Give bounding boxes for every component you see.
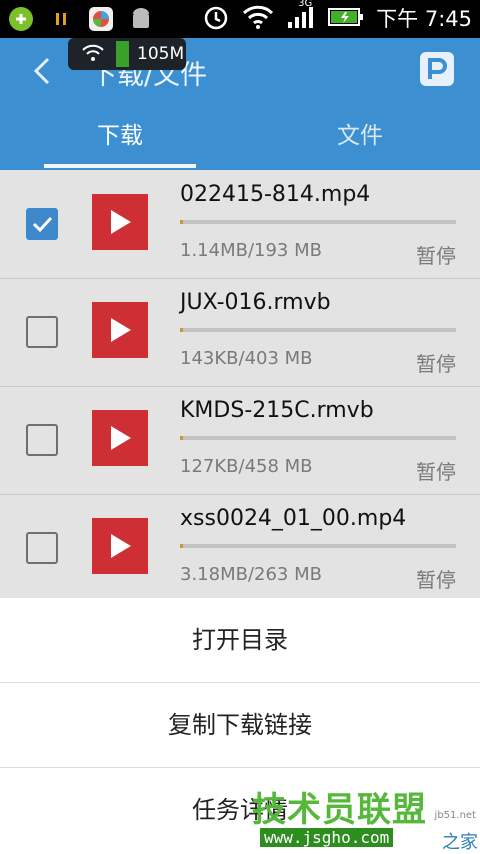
watermark-title: 技术员联盟 (252, 790, 427, 830)
video-thumbnail[interactable] (92, 518, 148, 574)
progress-bar (180, 436, 456, 440)
pause-button[interactable]: 暂停 (416, 240, 456, 269)
pause-icon (46, 4, 76, 34)
list-item[interactable]: 022415-814.mp4 1.14MB/193 MB 暂停 (0, 170, 480, 279)
pause-button[interactable]: 暂停 (416, 348, 456, 377)
alarm-icon (202, 3, 230, 35)
video-thumbnail[interactable] (92, 194, 148, 250)
back-icon[interactable] (28, 56, 58, 86)
brand-icon[interactable] (420, 52, 454, 86)
progress-bar (180, 220, 456, 224)
file-name: KMDS-215C.rmvb (180, 398, 374, 423)
menu-item-copy-link[interactable]: 复制下载链接 (0, 683, 480, 768)
speed-bar (116, 41, 129, 67)
progress-fill (180, 220, 183, 224)
status-bar: 3G 下午 7:45 (0, 0, 480, 38)
watermark-suffix: 之家 (442, 832, 478, 853)
network-speed-badge: 105M (68, 38, 186, 70)
speed-value: 105M (137, 44, 185, 64)
watermark-url: www.jsgho.com (260, 828, 394, 847)
file-size: 3.18MB/263 MB (180, 564, 322, 585)
tab-download-label: 下载 (97, 123, 143, 149)
play-icon (111, 534, 131, 558)
file-size: 143KB/403 MB (180, 348, 313, 369)
file-name: JUX-016.rmvb (180, 290, 331, 315)
clock: 下午 7:45 (376, 7, 472, 31)
watermark-tiny: jb51.net (434, 810, 476, 821)
wifi-icon (242, 4, 274, 34)
play-icon (111, 426, 131, 450)
watermark: 技术员联盟 jb51.net www.jsgho.com 之家 (252, 782, 480, 854)
battery-icon (328, 6, 364, 32)
tab-files-label: 文件 (337, 123, 383, 149)
menu-item-open-directory[interactable]: 打开目录 (0, 598, 480, 683)
download-list: 022415-814.mp4 1.14MB/193 MB 暂停 JUX-016.… (0, 170, 480, 603)
tab-indicator (44, 164, 196, 168)
video-thumbnail[interactable] (92, 302, 148, 358)
checkbox[interactable] (26, 208, 58, 240)
play-icon (111, 318, 131, 342)
app-icon (6, 4, 36, 34)
pause-button[interactable]: 暂停 (416, 456, 456, 485)
progress-fill (180, 328, 183, 332)
store-icon (86, 4, 116, 34)
video-thumbnail[interactable] (92, 410, 148, 466)
checkbox[interactable] (26, 532, 58, 564)
file-name: 022415-814.mp4 (180, 182, 371, 207)
file-name: xss0024_01_00.mp4 (180, 506, 407, 531)
progress-fill (180, 436, 183, 440)
progress-fill (180, 544, 184, 548)
list-item[interactable]: KMDS-215C.rmvb 127KB/458 MB 暂停 (0, 386, 480, 495)
checkbox[interactable] (26, 424, 58, 456)
play-icon (111, 210, 131, 234)
wifi-icon (82, 44, 104, 67)
list-item[interactable]: JUX-016.rmvb 143KB/403 MB 暂停 (0, 278, 480, 387)
pause-button[interactable]: 暂停 (416, 564, 456, 593)
list-item[interactable]: xss0024_01_00.mp4 3.18MB/263 MB 暂停 (0, 494, 480, 603)
signal-icon: 3G (286, 0, 316, 34)
progress-bar (180, 328, 456, 332)
file-size: 1.14MB/193 MB (180, 240, 322, 261)
checkbox[interactable] (26, 316, 58, 348)
progress-bar (180, 544, 456, 548)
network-type-label: 3G (298, 0, 313, 9)
tab-download[interactable]: 下载 (0, 108, 240, 164)
tab-files[interactable]: 文件 (240, 108, 480, 164)
android-icon (126, 4, 156, 34)
file-size: 127KB/458 MB (180, 456, 313, 477)
